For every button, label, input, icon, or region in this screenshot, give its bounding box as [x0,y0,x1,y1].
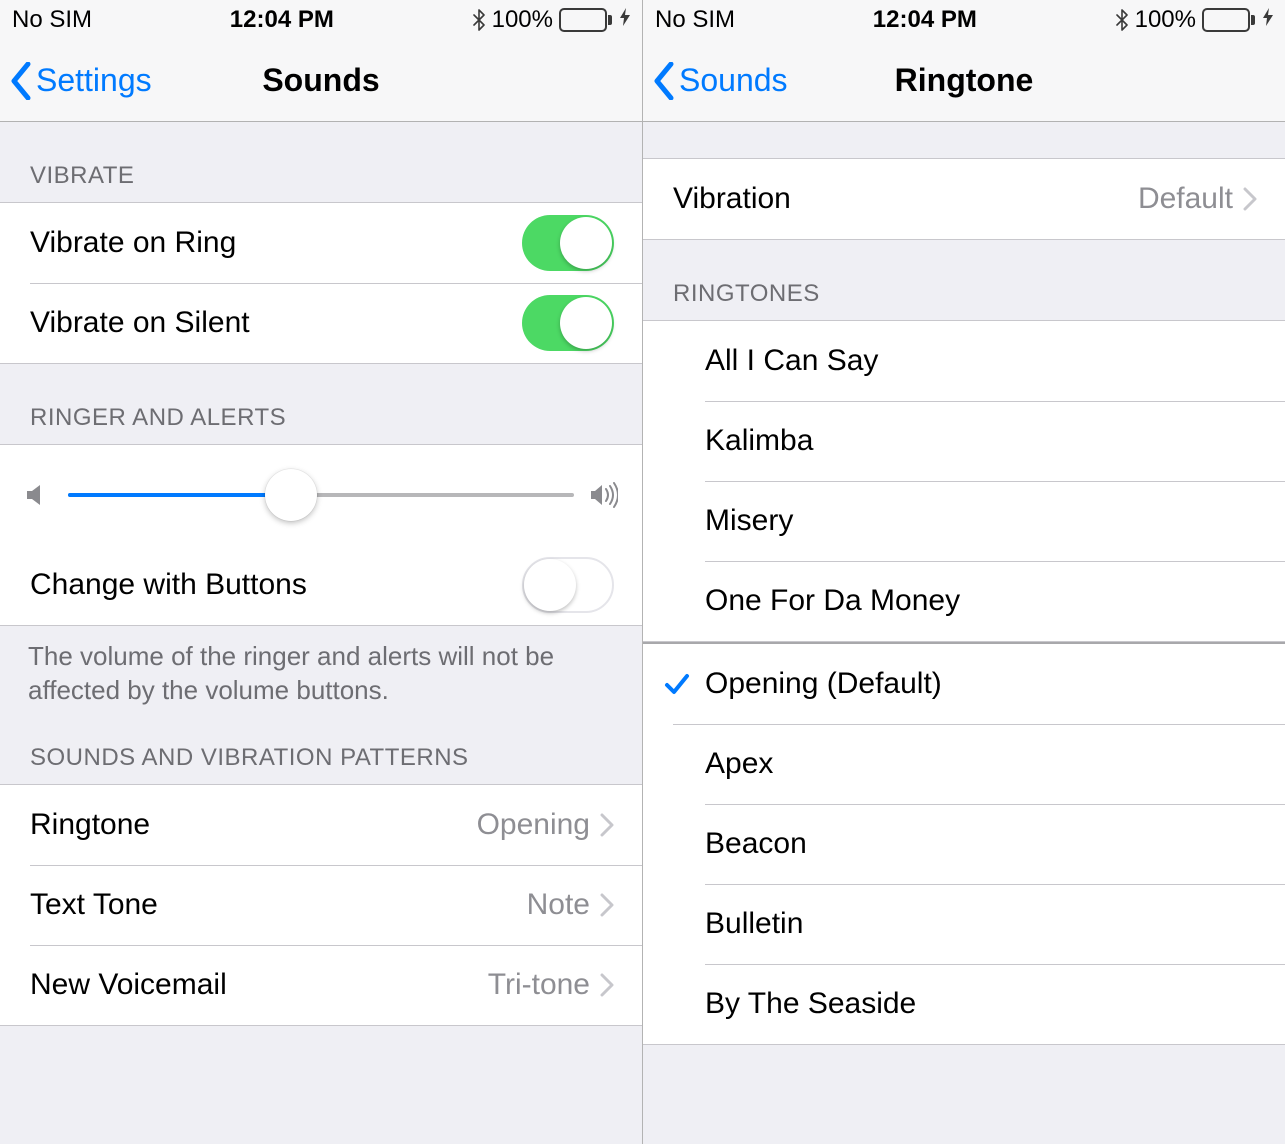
section-header-ringtones: RINGTONES [643,240,1285,320]
ringtone-item[interactable]: Misery [643,481,1285,561]
text-tone-row[interactable]: Text Tone Note [0,865,642,945]
back-label: Sounds [679,62,788,99]
ringtone-label: Misery [705,504,1257,538]
battery-percent: 100% [1135,6,1196,34]
battery-icon [1202,8,1255,32]
checkmark-icon [663,670,691,698]
clock: 12:04 PM [230,6,334,34]
ringtone-label: Kalimba [705,424,1257,458]
cell-label: Ringtone [30,808,477,842]
change-with-buttons-row[interactable]: Change with Buttons [0,545,642,625]
ringtone-item[interactable]: Bulletin [643,884,1285,964]
carrier-label: No SIM [12,6,92,34]
charging-icon [1263,8,1273,32]
page-title: Sounds [262,62,379,99]
speaker-high-icon [590,481,618,509]
vibrate-group: Vibrate on Ring Vibrate on Silent [0,202,642,364]
ringtone-label: By The Seaside [705,987,1257,1021]
cell-value: Note [527,888,590,922]
ringtone-item[interactable]: All I Can Say [643,321,1285,401]
vibration-group: Vibration Default [643,158,1285,240]
ringtone-label: Beacon [705,827,1257,861]
cell-label: Change with Buttons [30,568,522,602]
nav-bar: Settings Sounds [0,40,642,122]
status-right: 100% [472,6,630,34]
ringtone-screen: No SIM 12:04 PM 100% Sounds Ringtone V [643,0,1285,1144]
speaker-low-icon [24,481,52,509]
ringtone-item[interactable]: By The Seaside [643,964,1285,1044]
cell-label: Vibrate on Ring [30,226,522,260]
ringtone-label: All I Can Say [705,344,1257,378]
clock: 12:04 PM [873,6,977,34]
cell-value: Tri-tone [488,968,590,1002]
vibrate-on-silent-row[interactable]: Vibrate on Silent [0,283,642,363]
section-header-sounds-patterns: SOUNDS AND VIBRATION PATTERNS [0,718,642,784]
battery-percent: 100% [492,6,553,34]
chevron-left-icon [10,62,32,100]
chevron-right-icon [600,893,614,917]
custom-ringtones-group: All I Can Say Kalimba Misery One For Da … [643,320,1285,642]
vibration-row[interactable]: Vibration Default [643,159,1285,239]
ringtone-label: Opening (Default) [705,667,1257,701]
ringtone-item[interactable]: Apex [643,724,1285,804]
cell-label: Vibration [673,182,1138,216]
ringtone-item-selected[interactable]: Opening (Default) [643,644,1285,724]
ringtone-item[interactable]: Beacon [643,804,1285,884]
nav-bar: Sounds Ringtone [643,40,1285,122]
chevron-right-icon [1243,187,1257,211]
section-header-vibrate: VIBRATE [0,122,642,202]
ringer-group: Change with Buttons [0,444,642,626]
cell-label: Vibrate on Silent [30,306,522,340]
sounds-patterns-group: Ringtone Opening Text Tone Note New Voic… [0,784,642,1026]
ringtone-label: Apex [705,747,1257,781]
chevron-right-icon [600,813,614,837]
volume-slider[interactable] [68,493,574,497]
ringtone-item[interactable]: One For Da Money [643,561,1285,641]
status-bar: No SIM 12:04 PM 100% [643,0,1285,40]
back-button[interactable]: Settings [0,62,152,100]
section-header-ringer: RINGER AND ALERTS [0,364,642,444]
chevron-right-icon [600,973,614,997]
vibrate-on-ring-toggle[interactable] [522,215,614,271]
status-bar: No SIM 12:04 PM 100% [0,0,642,40]
back-label: Settings [36,62,152,99]
carrier-label: No SIM [655,6,735,34]
cell-value: Default [1138,182,1233,216]
change-with-buttons-toggle[interactable] [522,557,614,613]
ringtone-label: One For Da Money [705,584,1257,618]
status-right: 100% [1115,6,1273,34]
vibrate-on-silent-toggle[interactable] [522,295,614,351]
cell-label: Text Tone [30,888,527,922]
ringtone-label: Bulletin [705,907,1257,941]
back-button[interactable]: Sounds [643,62,788,100]
ringtone-item[interactable]: Kalimba [643,401,1285,481]
content: VIBRATE Vibrate on Ring Vibrate on Silen… [0,122,642,1144]
page-title: Ringtone [895,62,1034,99]
cell-value: Opening [477,808,590,842]
builtin-ringtones-group: Opening (Default) Apex Beacon Bulletin B… [643,642,1285,1045]
bluetooth-icon [1115,9,1129,31]
vibrate-on-ring-row[interactable]: Vibrate on Ring [0,203,642,283]
chevron-left-icon [653,62,675,100]
ringtone-row[interactable]: Ringtone Opening [0,785,642,865]
charging-icon [620,8,630,32]
bluetooth-icon [472,9,486,31]
battery-icon [559,8,612,32]
volume-slider-row [0,445,642,545]
content: Vibration Default RINGTONES All I Can Sa… [643,122,1285,1144]
sounds-screen: No SIM 12:04 PM 100% Settings Sounds VIB… [0,0,643,1144]
cell-label: New Voicemail [30,968,488,1002]
new-voicemail-row[interactable]: New Voicemail Tri-tone [0,945,642,1025]
section-footer: The volume of the ringer and alerts will… [0,626,642,718]
